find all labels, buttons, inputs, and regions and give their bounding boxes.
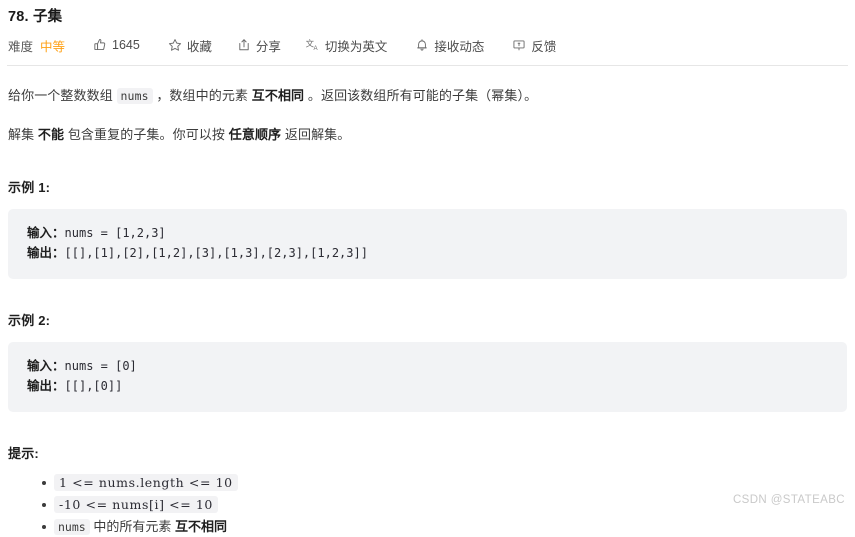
desc2-bold-2: 任意顺序 [228, 127, 282, 142]
share-button[interactable]: 分享 [237, 36, 281, 55]
translate-button[interactable]: 文 A 切换为英文 [306, 36, 388, 55]
hint-math-1: 1 <= nums.length <= 10 [54, 474, 238, 491]
example-1-input-line: 输入：nums = [1,2,3] [8, 223, 847, 243]
desc1-bold: 互不相同 [251, 88, 305, 103]
desc1-post: 。返回该数组所有可能的子集（幂集）。 [304, 88, 538, 103]
translate-icon: 文 A [306, 38, 320, 52]
example-2-output-line: 输出：[[],[0]] [8, 376, 847, 396]
example-1-code-block: 输入：nums = [1,2,3] 输出：[[],[1],[2],[1,2],[… [8, 209, 847, 279]
input-value: nums = [1,2,3] [64, 226, 166, 240]
star-icon [168, 38, 182, 52]
hints-list: 1 <= nums.length <= 10 -10 <= nums[i] <=… [8, 473, 847, 537]
description-paragraph-1: 给你一个整数数组 nums ，数组中的元素 互不相同 。返回该数组所有可能的子集… [8, 85, 847, 107]
list-item: -10 <= nums[i] <= 10 [8, 495, 847, 514]
hint-math-2: -10 <= nums[i] <= 10 [54, 496, 218, 513]
share-icon [237, 38, 251, 52]
problem-content: 给你一个整数数组 nums ，数组中的元素 互不相同 。返回该数组所有可能的子集… [7, 85, 848, 537]
input-label: 输入： [27, 226, 65, 240]
desc2-bold-1: 不能 [37, 127, 65, 142]
desc2-post: 返回解集。 [281, 127, 351, 142]
example-2-input-line: 输入：nums = [0] [8, 356, 847, 376]
desc1-code-nums: nums [116, 88, 153, 104]
favorite-label: 收藏 [186, 39, 212, 54]
subscribe-label: 接收动态 [434, 39, 485, 54]
watermark: CSDN @STATEABC [732, 494, 845, 506]
output-value: [[],[1],[2],[1,2],[3],[1,3],[2,3],[1,2,3… [64, 246, 368, 260]
output-label: 输出： [27, 246, 65, 260]
output-value: [[],[0]] [64, 379, 123, 393]
difficulty-group: 难度 中等 [8, 36, 65, 55]
feedback-label: 反馈 [531, 39, 557, 54]
desc1-pre: 给你一个整数数组 [8, 88, 117, 103]
example-2-title: 示例 2: [8, 313, 51, 328]
thumbs-up-icon [93, 38, 107, 52]
share-label: 分享 [255, 39, 281, 54]
hints-title: 提示: [8, 446, 39, 461]
difficulty-label: 难度 [8, 39, 34, 54]
output-label: 输出： [27, 379, 65, 393]
example-1-title: 示例 1: [8, 180, 51, 195]
translate-label: 切换为英文 [324, 39, 388, 54]
difficulty-badge: 中等 [40, 39, 66, 54]
desc1-mid: ，数组中的元素 [152, 88, 252, 103]
page-title: 78. 子集 [8, 9, 63, 25]
description-paragraph-2: 解集 不能 包含重复的子集。你可以按 任意顺序 返回解集。 [8, 124, 847, 146]
subscribe-button[interactable]: 接收动态 [415, 36, 484, 55]
problem-page: 78. 子集 难度 中等 1645 收藏 分享 文 A 切换为英文 接收动态 反… [0, 0, 855, 535]
hint-code-nums: nums [54, 519, 90, 535]
example-2-code-block: 输入：nums = [0] 输出：[[],[0]] [8, 342, 847, 412]
like-button[interactable]: 1645 [93, 38, 140, 52]
like-count: 1645 [112, 38, 140, 52]
hint-text: 中的所有元素 [89, 519, 175, 534]
example-1-output-line: 输出：[[],[1],[2],[1,2],[3],[1,3],[2,3],[1,… [8, 243, 847, 263]
list-item: 1 <= nums.length <= 10 [8, 473, 847, 492]
desc2-mid: 包含重复的子集。你可以按 [64, 127, 229, 142]
hint-bold: 互不相同 [174, 519, 227, 534]
svg-text:A: A [313, 45, 318, 52]
list-item: nums 中的所有元素 互不相同 [8, 517, 847, 537]
problem-toolbar: 难度 中等 1645 收藏 分享 文 A 切换为英文 接收动态 反馈 [7, 31, 848, 59]
input-label: 输入： [27, 359, 65, 373]
input-value: nums = [0] [64, 359, 137, 373]
bell-icon [415, 38, 429, 52]
desc2-pre: 解集 [8, 127, 38, 142]
feedback-icon [512, 38, 526, 52]
favorite-button[interactable]: 收藏 [168, 36, 212, 55]
header-divider [7, 65, 848, 66]
feedback-button[interactable]: 反馈 [512, 36, 556, 55]
